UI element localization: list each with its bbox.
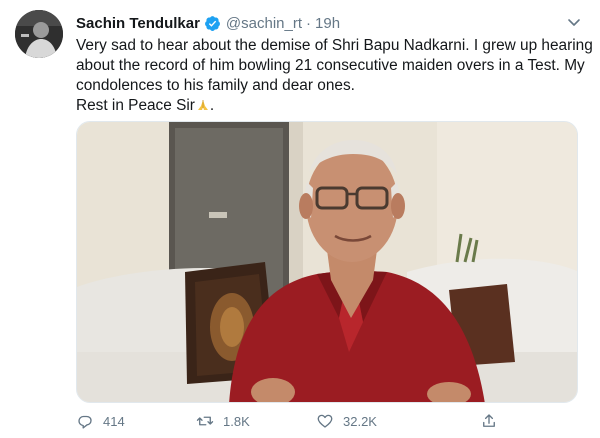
reply-icon: [78, 415, 92, 429]
share-button[interactable]: [480, 412, 507, 430]
folded-hands-emoji: [196, 98, 210, 112]
like-button[interactable]: 32.2K: [316, 412, 377, 430]
tweet-photo[interactable]: [76, 121, 578, 403]
tweet-header: Sachin Tendulkar @sachin_rt · 19h: [76, 12, 340, 34]
tweet-text-line: condolences to his family and dear ones.: [76, 77, 355, 94]
verified-badge-icon: [204, 15, 221, 32]
reply-button[interactable]: 414: [76, 412, 125, 430]
retweet-button[interactable]: 1.8K: [196, 412, 250, 430]
tweet-text-line: Very sad to hear about the demise of Shr…: [76, 37, 593, 54]
tweet-timestamp[interactable]: 19h: [315, 15, 340, 32]
avatar[interactable]: [15, 10, 63, 58]
separator-dot: ·: [306, 14, 312, 32]
tweet-actions: 414 1.8K 32.2K: [76, 412, 586, 434]
share-icon: [483, 414, 495, 427]
like-count: 32.2K: [343, 413, 377, 429]
tweet-text-suffix: .: [209, 97, 215, 114]
tweet-text-line: Rest in Peace Sir: [76, 97, 195, 114]
tweet-text-line: about the record of him bowling 21 conse…: [76, 57, 585, 74]
author-name[interactable]: Sachin Tendulkar: [76, 15, 200, 32]
chevron-down-icon[interactable]: [566, 14, 582, 30]
tweet-text: Very sad to hear about the demise of Shr…: [76, 36, 593, 116]
reply-count: 414: [103, 413, 125, 429]
tweet-text-line-last: Rest in Peace Sir.: [76, 96, 586, 116]
author-handle[interactable]: @sachin_rt: [226, 15, 302, 32]
heart-icon: [317, 414, 333, 428]
retweet-count: 1.8K: [223, 413, 250, 429]
tweet-card[interactable]: Sachin Tendulkar @sachin_rt · 19h Very s…: [0, 0, 600, 438]
retweet-icon: [196, 416, 214, 426]
